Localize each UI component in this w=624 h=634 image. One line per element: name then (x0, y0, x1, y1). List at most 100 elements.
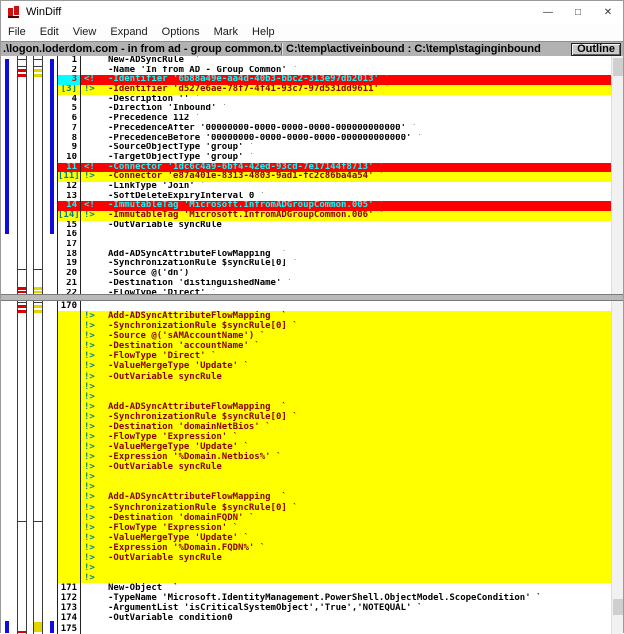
line-number: 16 (57, 230, 81, 241)
menu-expand[interactable]: Expand (103, 26, 154, 38)
line-number: 7 (57, 123, 81, 134)
header-bar: .\logon.loderdom.com - in from ad - grou… (1, 41, 623, 56)
diff-line[interactable]: 21 -Destination 'distinguishedName' ` (57, 278, 613, 289)
diff-line[interactable]: 5 -Direction 'Inbound' ` (57, 104, 613, 115)
diff-line[interactable]: !> -Destination 'domainFQDN' ` (57, 512, 613, 523)
diff-marker-icon: !> (84, 421, 95, 432)
diff-line[interactable]: 17 (57, 240, 613, 250)
diff-line[interactable]: !> (57, 573, 613, 584)
map-mark-added (34, 310, 42, 313)
diff-line[interactable]: !> -SynchronizationRule $syncRule[0] ` (57, 411, 613, 422)
maximize-icon[interactable]: □ (563, 1, 593, 23)
diff-line[interactable]: 8 -PrecedenceBefore '00000000-0000-0000-… (57, 133, 613, 144)
diff-line[interactable]: !> (57, 482, 613, 493)
diff-line[interactable]: !> -ValueMergeType 'Update' ` (57, 442, 613, 453)
diff-line[interactable]: !> (57, 391, 613, 402)
diff-line[interactable]: !> -Source @('sAMAccountName') ` (57, 331, 613, 342)
diff-line[interactable]: !> -Destination 'domainNetBios' ` (57, 421, 613, 433)
diff-line[interactable]: !> -FlowType 'Expression' ` (57, 432, 613, 443)
scrollbar-thumb-top[interactable] (613, 58, 623, 76)
diff-line[interactable]: 172 -TypeName 'Microsoft.IdentityManagem… (57, 593, 613, 604)
diff-line[interactable]: 2 -Name 'In from AD - Group Common' ` (57, 65, 613, 76)
line-number (57, 442, 81, 453)
diff-line[interactable]: 1 New-ADSyncRule ` (57, 56, 613, 66)
diff-line[interactable]: !> Add-ADSyncAttributeFlowMapping ` (57, 311, 613, 322)
diff-line[interactable]: 10 -TargetObjectType 'group' ` (57, 152, 613, 163)
vertical-scrollbar[interactable] (611, 56, 623, 634)
diff-line[interactable]: 20 -Source @('dn') ` (57, 269, 613, 279)
map-tick (18, 269, 26, 270)
diff-marker-icon (81, 182, 108, 192)
diff-line[interactable]: 12 -LinkType 'Join' ` (57, 181, 613, 192)
diff-marker-icon: !> (84, 432, 95, 443)
diff-marker-icon (81, 593, 108, 603)
diff-line[interactable]: 6 -Precedence 112 ` (57, 114, 613, 124)
diff-line[interactable]: !> -OutVariable syncRule (57, 552, 613, 564)
diff-line[interactable]: 16 (57, 230, 613, 241)
scrollbar-thumb-bottom[interactable] (613, 599, 623, 615)
map-mark-deleted (18, 291, 26, 293)
diff-line[interactable]: !> (57, 472, 613, 483)
map-tick (18, 66, 26, 67)
diff-line[interactable]: !> Add-ADSyncAttributeFlowMapping ` (57, 492, 613, 503)
pane-splitter[interactable] (1, 294, 623, 301)
diff-line[interactable]: !> -FlowType 'Direct' ` (57, 351, 613, 362)
diff-line[interactable]: !> -SynchronizationRule $syncRule[0] ` (57, 321, 613, 332)
diff-map-bottom[interactable] (1, 301, 57, 634)
diff-line[interactable]: 19 -SynchronizationRule $syncRule[0] ` (57, 259, 613, 270)
diff-line[interactable]: !> -Expression '%Domain.FQDN%' ` (57, 542, 613, 553)
outline-button[interactable]: Outline (571, 43, 621, 56)
diff-line[interactable]: !> -OutVariable syncRule (57, 371, 613, 382)
diff-line[interactable]: 3 <! -Identifier '6b88a49e-aa4d-40b3-bbc2… (57, 75, 613, 86)
diff-line[interactable]: 18 Add-ADSyncAttributeFlowMapping ` (57, 249, 613, 260)
diff-line[interactable]: !> (57, 381, 613, 392)
diff-line[interactable]: 173 -ArgumentList 'isCriticalSystemObjec… (57, 603, 613, 614)
map-mark-deleted (18, 310, 26, 313)
map-tick (34, 521, 42, 522)
diff-line[interactable]: [3] !> -Identifier 'd527e6ae-78f7-4f41-93… (57, 85, 613, 95)
line-number: 172 (57, 593, 81, 604)
diff-line[interactable]: 175 (57, 623, 613, 634)
diff-map-top[interactable] (1, 56, 57, 294)
diff-line[interactable]: !> -Expression '%Domain.Netbios%' ` (57, 452, 613, 463)
diff-line[interactable]: 7 -PrecedenceAfter '00000000-0000-0000-0… (57, 123, 613, 134)
diff-line[interactable]: 11 <! -Connector '1dc6c4a9-6bf4-42ed-93cd… (57, 162, 613, 173)
menu-file[interactable]: File (1, 26, 33, 38)
map-mark-deleted (18, 305, 26, 308)
line-number (57, 391, 81, 402)
line-text: -Connector 'e87a401e-8313-4803-9ad1-fc2c… (108, 172, 385, 182)
close-icon[interactable]: ✕ (593, 1, 623, 23)
menu-options[interactable]: Options (155, 26, 207, 38)
diff-line[interactable]: !> -ValueMergeType 'Update' ` (57, 361, 613, 372)
diff-line[interactable]: !> (57, 563, 613, 574)
menu-mark[interactable]: Mark (207, 26, 245, 38)
diff-line[interactable]: !> Add-ADSyncAttributeFlowMapping ` (57, 401, 613, 412)
line-number (57, 421, 81, 433)
diff-line[interactable]: !> -ValueMergeType 'Update' ` (57, 532, 613, 543)
diff-line[interactable]: 170 (57, 301, 613, 312)
diff-line[interactable]: [14] !> -ImmutableTag 'Microsoft.InfromAD… (57, 211, 613, 221)
diff-marker-icon: !> (84, 482, 95, 493)
diff-line[interactable]: 15 -OutVariable syncRule (57, 220, 613, 231)
diff-line[interactable]: !> -FlowType 'Expression' ` (57, 522, 613, 533)
line-number: [11] (57, 172, 81, 182)
map-bar-right-file (33, 56, 43, 294)
minimize-icon[interactable]: — (533, 1, 563, 23)
diff-line[interactable]: !> -Destination 'accountName' ` (57, 341, 613, 352)
line-text (108, 482, 613, 492)
diff-line[interactable]: 9 -SourceObjectType 'group' ` (57, 143, 613, 153)
diff-line[interactable]: 4 -Description '' ` (57, 94, 613, 105)
line-number (57, 502, 81, 513)
diff-line[interactable]: [11] !> -Connector 'e87a401e-8313-4803-9a… (57, 172, 613, 182)
line-text: New-ADSyncRule ` (108, 56, 201, 65)
diff-line[interactable]: 14 <! -ImmutableTag 'Microsoft.InfromADGr… (57, 201, 613, 211)
diff-line[interactable]: 174 -OutVariable condition0 (57, 613, 613, 624)
menu-help[interactable]: Help (245, 26, 282, 38)
diff-line[interactable]: 13 -SoftDeleteExpiryInterval 0 ` (57, 191, 613, 202)
diff-line[interactable]: 171 New-Object ` (57, 583, 613, 594)
diff-line[interactable]: !> -OutVariable syncRule (57, 462, 613, 473)
diff-line[interactable]: !> -SynchronizationRule $syncRule[0] ` (57, 502, 613, 513)
menu-edit[interactable]: Edit (33, 26, 66, 38)
menu-view[interactable]: View (66, 26, 104, 38)
line-text: -SynchronizationRule $syncRule[0] ` (108, 502, 298, 513)
